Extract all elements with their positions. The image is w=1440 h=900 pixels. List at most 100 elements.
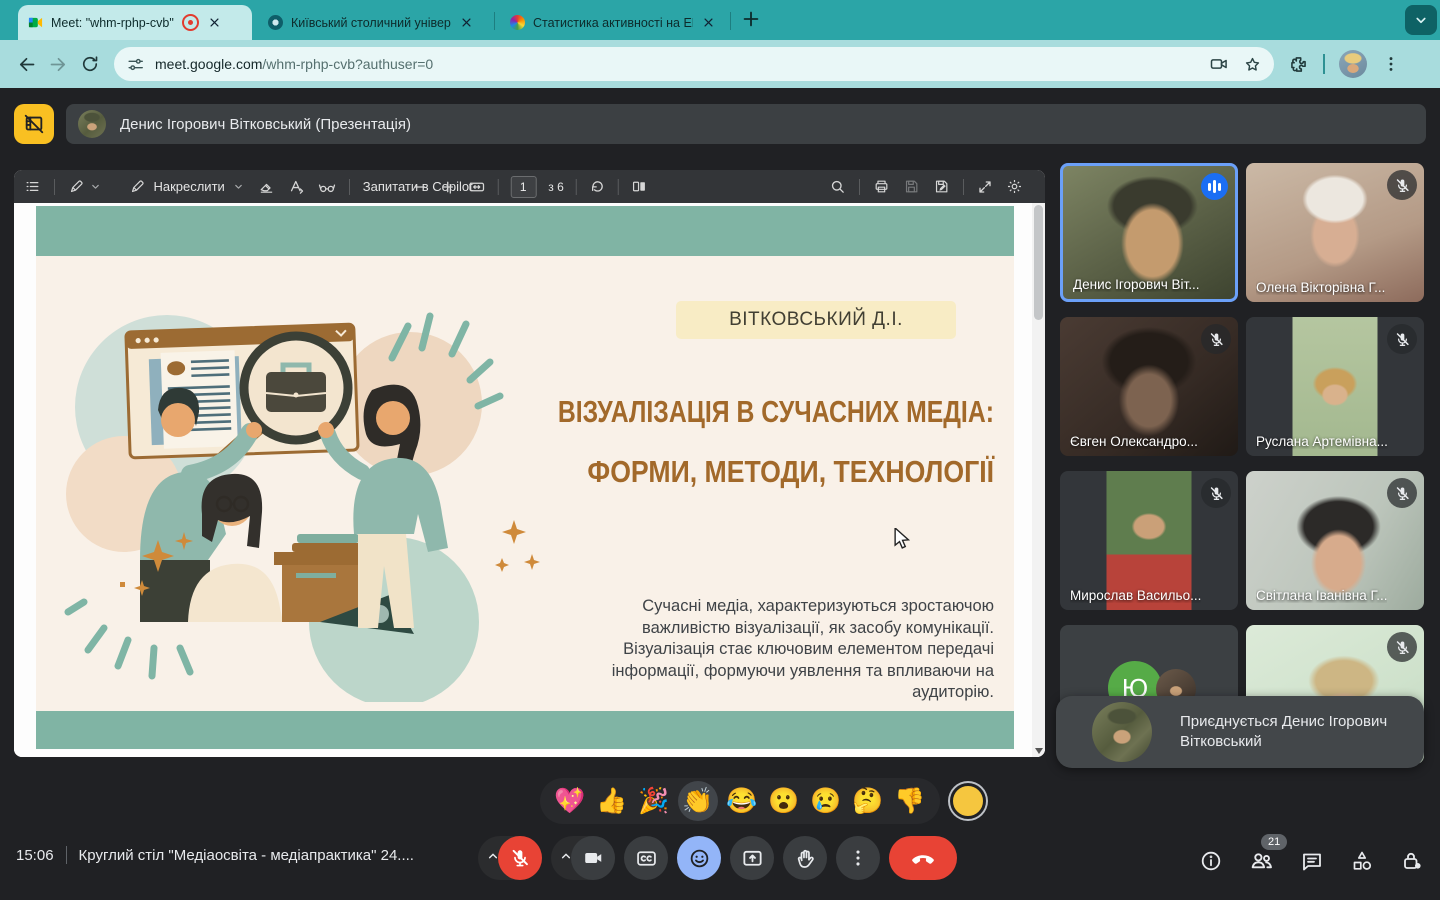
rotate-icon[interactable] (589, 178, 606, 195)
extensions-icon[interactable] (1288, 54, 1309, 75)
slide-top-band (36, 206, 1014, 256)
bookmark-star-icon[interactable] (1243, 55, 1262, 74)
draw-button[interactable]: Накреслити (129, 178, 244, 195)
save-icon[interactable] (903, 178, 920, 195)
page-view-icon[interactable] (631, 178, 648, 195)
participant-tile-yevhen[interactable]: Євген Олександро... (1060, 317, 1238, 456)
camera-control-group[interactable] (551, 836, 615, 880)
page-count-label: з 6 (548, 180, 564, 194)
divider (66, 846, 67, 864)
chat-button[interactable] (1300, 849, 1324, 873)
meeting-info: 15:06 Круглий стіл "Медіаосвіта - медіап… (16, 846, 414, 864)
address-bar[interactable]: meet.google.com/whm-rphp-cvb?authuser=0 (114, 47, 1274, 81)
mic-mute-button[interactable] (498, 836, 542, 880)
present-screen-icon (741, 847, 764, 870)
participant-tile-svitlana[interactable]: Світлана Іванівна Г... (1246, 471, 1424, 610)
participant-tile-ruslana[interactable]: Руслана Артемівна... (1246, 317, 1424, 456)
url-text[interactable]: meet.google.com/whm-rphp-cvb?authuser=0 (155, 56, 1209, 72)
mic-control-group[interactable] (478, 836, 542, 880)
reaction-joy[interactable]: 😂 (724, 781, 760, 821)
skin-tone-selector[interactable] (950, 783, 986, 819)
reaction-surprised[interactable]: 😮 (766, 781, 802, 821)
host-lock-icon (1400, 849, 1424, 873)
search-icon[interactable] (829, 178, 846, 195)
settings-gear-icon[interactable] (1006, 178, 1023, 195)
participants-button[interactable]: 21 (1249, 848, 1274, 873)
more-options-button[interactable] (836, 836, 880, 880)
reaction-heart[interactable]: 💖 (552, 781, 588, 821)
forward-button[interactable] (42, 48, 74, 80)
eraser-icon[interactable] (258, 178, 275, 195)
reactions-bar: 💖 👍 🎉 👏 😂 😮 😢 🤔 👎 (540, 778, 986, 824)
tab-close-icon[interactable] (459, 15, 474, 30)
browser-toolbar: meet.google.com/whm-rphp-cvb?authuser=0 (0, 40, 1440, 88)
screen: Meet: "whm-rphp-cvb" Київський столичний… (0, 0, 1440, 900)
contents-menu-icon[interactable] (24, 178, 41, 195)
activities-button[interactable] (1350, 849, 1374, 873)
tab-close-icon[interactable] (701, 15, 716, 30)
university-favicon (268, 15, 283, 30)
reaction-thumbs-down[interactable]: 👎 (892, 781, 928, 821)
toast-text: Приєднується Денис Ігорович Вітковський (1180, 712, 1390, 752)
present-button[interactable] (730, 836, 774, 880)
reload-button[interactable] (74, 48, 106, 80)
end-call-button[interactable] (889, 836, 957, 880)
reaction-thinking[interactable]: 🤔 (850, 781, 886, 821)
mic-off-icon (1201, 478, 1231, 508)
chrome-menu-icon[interactable] (1381, 54, 1401, 74)
reaction-party[interactable]: 🎉 (636, 781, 672, 821)
read-aloud-icon[interactable] (288, 178, 305, 195)
participant-tile-myroslav[interactable]: Мирослав Васильо... (1060, 471, 1238, 610)
chat-icon (1300, 849, 1324, 873)
hand-icon (794, 847, 817, 870)
raise-hand-button[interactable] (783, 836, 827, 880)
site-info-icon[interactable] (126, 55, 145, 74)
tab-university[interactable]: Київський столичний універ (258, 5, 490, 40)
zoom-out-icon[interactable] (411, 179, 427, 195)
participant-tile-olena[interactable]: Олена Вікторівна Г... (1246, 163, 1424, 302)
clock-time: 15:06 (16, 847, 54, 864)
info-icon (1199, 849, 1223, 873)
meeting-details-button[interactable] (1199, 849, 1223, 873)
mic-off-icon (1387, 478, 1417, 508)
participant-name: Руслана Артемівна... (1256, 434, 1388, 449)
zoom-in-icon[interactable] (439, 179, 455, 195)
reaction-cry[interactable]: 😢 (808, 781, 844, 821)
tab-close-icon[interactable] (207, 15, 222, 30)
back-button[interactable] (10, 48, 42, 80)
profile-avatar[interactable] (1339, 50, 1367, 78)
immersive-reader-icon[interactable] (318, 178, 336, 196)
tab-statistics[interactable]: Статистика активності на ЕН (500, 5, 726, 40)
scroll-down-arrow-icon[interactable] (1035, 748, 1043, 754)
camera-button[interactable] (571, 836, 615, 880)
phone-down-icon (910, 845, 936, 871)
scrollbar-thumb[interactable] (1034, 205, 1043, 320)
camera-usage-icon[interactable] (1209, 54, 1229, 74)
fullscreen-icon[interactable] (977, 179, 993, 195)
host-controls-button[interactable] (1400, 849, 1424, 873)
tab-search-button[interactable] (1405, 5, 1437, 35)
presenter-name: Денис Ігорович Вітковський (Презентація) (120, 116, 411, 133)
tab-meet[interactable]: Meet: "whm-rphp-cvb" (18, 5, 252, 40)
participant-tile-denys[interactable]: Денис Ігорович Віт... (1060, 163, 1238, 302)
reactions-button[interactable] (677, 836, 721, 880)
page-number-input[interactable]: 1 (510, 176, 536, 198)
draw-label: Накреслити (153, 179, 224, 194)
toolbar-divider (576, 179, 577, 195)
captions-button[interactable] (624, 836, 668, 880)
save-as-icon[interactable] (933, 178, 950, 195)
pen-tool-button[interactable] (68, 178, 102, 196)
reaction-thumbs-up[interactable]: 👍 (594, 781, 630, 821)
fit-width-icon[interactable] (467, 178, 485, 196)
activities-shapes-icon (1350, 849, 1374, 873)
tab-title: Meet: "whm-rphp-cvb" (51, 16, 174, 30)
new-tab-button[interactable] (740, 8, 762, 30)
print-icon[interactable] (873, 178, 890, 195)
participant-name: Мирослав Васильо... (1070, 588, 1201, 603)
mic-off-icon (1387, 324, 1417, 354)
viewer-scrollbar[interactable] (1032, 203, 1045, 757)
presentation-warning-icon[interactable] (14, 104, 54, 144)
participant-name: Світлана Іванівна Г... (1256, 588, 1387, 603)
toast-avatar (1092, 702, 1152, 762)
reaction-clap[interactable]: 👏 (678, 781, 718, 821)
